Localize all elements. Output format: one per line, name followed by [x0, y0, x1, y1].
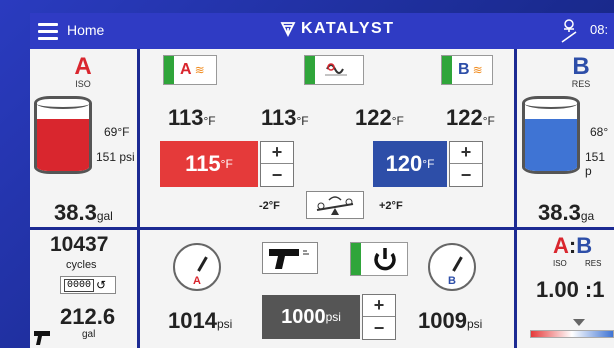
spray-gun-icon: [34, 331, 50, 345]
heater-on-bar: [164, 56, 174, 84]
b-setpoint[interactable]: 120 °F: [373, 141, 447, 187]
iso-volume: 38.3gal: [54, 200, 113, 225]
home-label[interactable]: Home: [67, 22, 104, 38]
ratio-iso-sub: ISO: [553, 259, 567, 268]
minus-button[interactable]: −: [261, 164, 293, 186]
plus-button[interactable]: +: [363, 295, 395, 317]
a-heater-label: A: [180, 61, 192, 78]
total-unit: gal: [82, 329, 96, 340]
menu-icon[interactable]: [38, 23, 58, 40]
res-volume: 38.3ga: [538, 200, 595, 225]
plus-button[interactable]: +: [261, 142, 293, 164]
power-on-bar: [351, 243, 361, 275]
divider: [514, 49, 517, 348]
a-actual-temp: 113°F: [168, 105, 216, 130]
res-tank-fill: [525, 119, 577, 171]
gauge-needle: [452, 256, 463, 272]
clock: 08:: [590, 22, 609, 37]
heater-on-bar: [305, 56, 315, 84]
iso-pressure: 151 psi: [96, 150, 135, 164]
pressure-stepper[interactable]: + −: [362, 294, 396, 340]
b-pressure-gauge: B: [428, 243, 476, 291]
total-volume: 212.6: [60, 304, 116, 329]
gauge-needle: [197, 256, 208, 272]
offset-low: -2°F: [259, 200, 280, 212]
a-pressure: 1014psi: [168, 308, 233, 333]
iso-tank[interactable]: [34, 96, 92, 174]
a-setpoint[interactable]: 115 °F: [160, 141, 258, 187]
a-heater-button[interactable]: A ≋: [163, 55, 217, 85]
divider: [30, 227, 614, 230]
balance-button[interactable]: [306, 191, 364, 219]
res-letter: B: [572, 53, 590, 80]
ratio-res-sub: RES: [585, 259, 602, 268]
drone-icon: [561, 19, 577, 43]
iso-sub: ISO: [75, 79, 91, 89]
spray-gun-button[interactable]: [262, 242, 318, 274]
b-pressure: 1009psi: [418, 308, 483, 333]
ratio-indicator: [573, 319, 585, 326]
plus-button[interactable]: +: [450, 142, 482, 164]
heater-on-bar: [442, 56, 452, 84]
res-sub: RES: [571, 79, 591, 89]
heat-icon: ≋: [472, 63, 483, 77]
b-setpoint-stepper[interactable]: + −: [449, 141, 483, 187]
gauge-label-a: A: [193, 275, 201, 287]
gauge-label-b: B: [448, 275, 456, 287]
tank-top: [37, 99, 89, 109]
res-tank[interactable]: [522, 96, 580, 174]
katalyst-logo-icon: [280, 22, 296, 37]
cycle-count: 10437: [50, 233, 109, 256]
iso-temp: 69°F: [104, 125, 130, 139]
iso-tank-fill: [37, 119, 89, 171]
balance-icon: [316, 196, 354, 215]
brand-title: KATALYST: [280, 20, 394, 38]
spray-gun-icon: [269, 249, 309, 269]
heat-icon: ≋: [194, 63, 205, 77]
power-button[interactable]: [350, 242, 408, 276]
ratio-header: A:B: [553, 233, 593, 258]
hose-actual-temp: 113°F: [261, 105, 309, 130]
tank-top: [525, 99, 577, 109]
power-icon: [374, 248, 396, 271]
brand-text: KATALYST: [301, 20, 395, 37]
ratio-value: 1.00 :1: [536, 277, 605, 302]
iso-letter: A: [74, 53, 92, 80]
b-heater-button[interactable]: B ≋: [441, 55, 493, 85]
res-temp: 68°: [590, 125, 609, 139]
minus-button[interactable]: −: [363, 317, 395, 339]
ratio-bar: [530, 330, 614, 338]
hose-icon: [325, 63, 347, 76]
cycle-reset-counter[interactable]: 0000 ↺: [60, 276, 116, 294]
a-setpoint-stepper[interactable]: + −: [260, 141, 294, 187]
hose-heater-button[interactable]: [304, 55, 364, 85]
top-bar: Home KATALYST 08:: [30, 13, 614, 49]
b2-actual-temp: 122°F: [446, 105, 495, 130]
a-pressure-gauge: A: [173, 243, 221, 291]
reset-icon: ↺: [96, 278, 107, 292]
divider: [137, 49, 140, 348]
b-actual-temp: 122°F: [355, 105, 404, 130]
pressure-setpoint[interactable]: 1000 psi: [262, 295, 360, 339]
b-heater-label: B: [458, 61, 470, 78]
counter-display: 0000: [64, 278, 95, 292]
res-pressure: 151 p: [585, 150, 606, 178]
cycles-label: cycles: [66, 259, 97, 271]
screen: Home KATALYST 08: A ISO 69°F 151 psi 38.…: [30, 13, 614, 348]
offset-high: +2°F: [379, 200, 403, 212]
minus-button[interactable]: −: [450, 164, 482, 186]
